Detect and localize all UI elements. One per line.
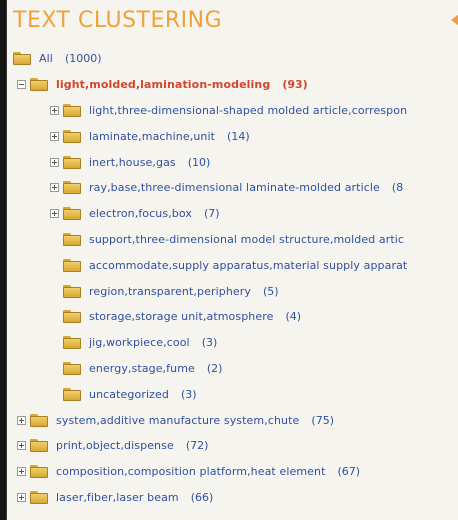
tree-child-count: (8 [391, 181, 404, 195]
tree-sibling-label[interactable]: composition,composition platform,heat el… [56, 465, 326, 478]
tree-child-item[interactable]: energy,stage,fume (2) [7, 356, 458, 382]
tree-node-count: (93) [282, 78, 308, 92]
tree-child-count: (14) [227, 129, 250, 143]
expand-plus-icon[interactable] [17, 467, 26, 477]
tree-sibling-count: (75) [311, 413, 334, 427]
tree-sibling-item[interactable]: composition,composition platform,heat el… [7, 459, 458, 485]
expand-plus-icon[interactable] [50, 105, 59, 115]
folder-icon [63, 155, 81, 169]
tree-sibling-item[interactable]: laser,fiber,laser beam (66) [7, 485, 458, 511]
tree-child-count: (3) [180, 387, 197, 401]
clustering-panel: TEXT CLUSTERING All (1000) light,molded,… [6, 0, 458, 520]
expand-plus-icon[interactable] [17, 415, 26, 425]
folder-icon [63, 336, 81, 350]
expand-plus-icon[interactable] [17, 441, 26, 451]
collapse-arrow-icon[interactable] [451, 14, 458, 26]
tree-node-label[interactable]: light,molded,lamination-modeling [56, 78, 270, 91]
tree-sibling-label[interactable]: laser,fiber,laser beam [56, 491, 179, 504]
tree-child-label[interactable]: storage,storage unit,atmosphere [89, 310, 273, 323]
expand-plus-icon[interactable] [50, 183, 59, 193]
window-frame: TEXT CLUSTERING All (1000) light,molded,… [0, 0, 458, 520]
tree-child-item[interactable]: laminate,machine,unit (14) [7, 123, 458, 149]
tree-sibling-item[interactable]: system,additive manufacture system,chute… [7, 407, 458, 433]
folder-icon [30, 78, 48, 92]
tree-child-label[interactable]: light,three-dimensional-shaped molded ar… [89, 104, 407, 117]
folder-icon [63, 232, 81, 246]
tree-child-item[interactable]: ray,base,three-dimensional laminate-mold… [7, 175, 458, 201]
expand-plus-icon[interactable] [50, 209, 59, 219]
tree-child-item[interactable]: uncategorized (3) [7, 381, 458, 407]
tree-sibling-count: (72) [185, 439, 209, 453]
tree-root[interactable]: All (1000) [7, 46, 458, 72]
folder-icon [63, 387, 81, 401]
tree-child-item[interactable]: storage,storage unit,atmosphere (4) [7, 304, 458, 330]
folder-icon [30, 413, 48, 427]
tree-child-label[interactable]: accommodate,supply apparatus,material su… [89, 259, 407, 272]
expand-plus-icon[interactable] [50, 157, 59, 167]
tree-child-item[interactable]: light,three-dimensional-shaped molded ar… [7, 98, 458, 124]
folder-icon [63, 284, 81, 298]
folder-icon [30, 490, 48, 504]
tree-child-label[interactable]: jig,workpiece,cool [89, 336, 190, 349]
tree-sibling-label[interactable]: print,object,dispense [56, 439, 174, 452]
tree-child-item[interactable]: support,three-dimensional model structur… [7, 227, 458, 253]
cluster-tree: All (1000) light,molded,lamination-model… [7, 46, 458, 510]
folder-icon [30, 465, 48, 479]
tree-child-item[interactable]: jig,workpiece,cool (3) [7, 330, 458, 356]
tree-node-selected[interactable]: light,molded,lamination-modeling (93) [7, 72, 458, 98]
tree-child-count: (3) [201, 336, 218, 350]
expand-plus-icon[interactable] [50, 131, 59, 141]
folder-icon [13, 52, 31, 66]
tree-child-count: (4) [285, 310, 302, 324]
folder-icon [63, 129, 81, 143]
tree-child-label[interactable]: uncategorized [89, 388, 169, 401]
tree-sibling-label[interactable]: system,additive manufacture system,chute [56, 414, 299, 427]
panel-title: TEXT CLUSTERING [13, 8, 223, 33]
folder-icon [63, 181, 81, 195]
tree-child-label[interactable]: region,transparent,periphery [89, 285, 251, 298]
tree-child-label[interactable]: inert,house,gas [89, 156, 176, 169]
folder-icon [63, 361, 81, 375]
tree-sibling-count: (67) [337, 465, 361, 479]
tree-child-count: (5) [263, 284, 279, 298]
tree-child-label[interactable]: ray,base,three-dimensional laminate-mold… [89, 181, 380, 194]
tree-child-label[interactable]: laminate,machine,unit [89, 130, 215, 143]
folder-icon [30, 439, 48, 453]
tree-child-item[interactable]: accommodate,supply apparatus,material su… [7, 252, 458, 278]
folder-icon [63, 103, 81, 117]
folder-icon [63, 207, 81, 221]
tree-child-item[interactable]: inert,house,gas (10) [7, 149, 458, 175]
expand-plus-icon[interactable] [17, 492, 26, 502]
tree-child-count: (10) [187, 155, 211, 169]
tree-root-label[interactable]: All [39, 52, 53, 65]
tree-child-item[interactable]: electron,focus,box (7) [7, 201, 458, 227]
folder-icon [63, 258, 81, 272]
tree-child-count: (2) [206, 361, 223, 375]
tree-child-label[interactable]: energy,stage,fume [89, 362, 195, 375]
tree-root-count: (1000) [64, 52, 102, 66]
collapse-minus-icon[interactable] [17, 80, 26, 90]
tree-child-label[interactable]: support,three-dimensional model structur… [89, 233, 404, 246]
tree-child-count: (7) [203, 207, 220, 221]
tree-child-item[interactable]: region,transparent,periphery (5) [7, 278, 458, 304]
tree-sibling-item[interactable]: print,object,dispense (72) [7, 433, 458, 459]
tree-child-label[interactable]: electron,focus,box [89, 207, 192, 220]
folder-icon [63, 310, 81, 324]
tree-sibling-count: (66) [190, 490, 214, 504]
